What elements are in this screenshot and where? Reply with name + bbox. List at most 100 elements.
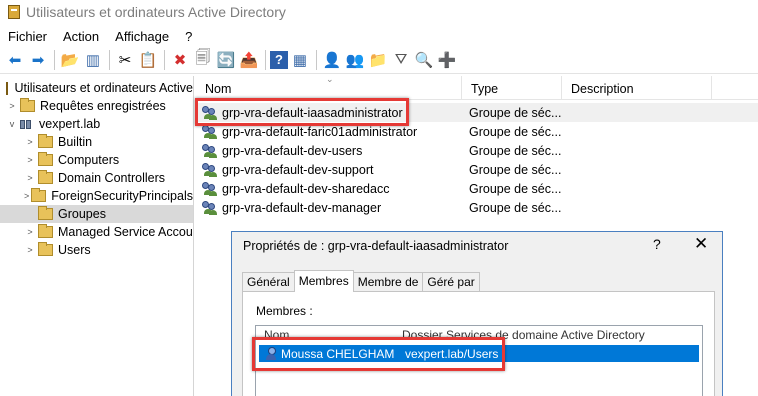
group-name: grp-vra-default-faric01administrator [222,124,418,139]
folder-icon [38,170,53,184]
tree-item-computers[interactable]: > Computers [0,151,193,169]
find-icon[interactable]: 🔍 [413,49,435,71]
column-header-description[interactable]: Description [562,76,712,100]
tree-label: Users [58,243,91,257]
menu-help[interactable]: ? [183,28,194,45]
toolbar-separator [109,49,110,70]
ad-console-icon [6,81,17,95]
menu-affichage[interactable]: Affichage [113,28,171,45]
tree-label: Groupes [58,207,106,221]
dialog-tabs: Général Membres Membre de Géré par [242,270,480,292]
chevron-right-icon[interactable]: > [24,191,29,201]
close-icon[interactable]: ✕ [694,234,708,254]
folder-icon [38,242,53,256]
copy-icon[interactable]: 📋 [137,49,159,71]
help-button[interactable]: ? [653,236,661,252]
group-type: Groupe de séc... [469,124,562,139]
tab-membre-de[interactable]: Membre de [352,272,424,292]
show-hide-tree-icon[interactable]: ▥ [82,49,104,71]
tree-item-domain-controllers[interactable]: > Domain Controllers [0,169,193,187]
cut-icon[interactable]: ✂ [114,49,136,71]
tree-item-managed-service-accounts[interactable]: > Managed Service Accou [0,223,193,241]
delete-icon[interactable]: ✖ [169,49,191,71]
filter-icon[interactable]: ⛛ [390,49,412,71]
chevron-right-icon[interactable]: > [24,245,36,255]
tree-item-groupes[interactable]: Groupes [0,205,193,223]
group-icon [202,162,218,177]
properties-icon[interactable]: 🗐 [192,49,214,71]
refresh-icon[interactable]: 🔄 [215,49,237,71]
toolbar-separator [316,49,317,70]
group-name: grp-vra-default-dev-support [222,162,374,177]
back-arrow-icon[interactable]: ⬅ [4,49,26,71]
add-to-group-icon[interactable]: ➕ [436,49,458,71]
group-name: grp-vra-default-dev-sharedacc [222,181,390,196]
toolbar-separator [265,49,266,70]
tree-item-builtin[interactable]: > Builtin [0,133,193,151]
tree-label: Builtin [58,135,93,149]
chevron-right-icon[interactable]: > [24,155,36,165]
dialog-title: Propriétés de : grp-vra-default-iaasadmi… [243,239,509,253]
chevron-right-icon[interactable]: > [24,137,36,147]
menu-bar: Fichier Action Affichage ? [0,26,758,46]
tab-general[interactable]: Général [242,272,295,292]
toolbar: ⬅ ➡ 📂 ▥ ✂ 📋 ✖ 🗐 🔄 📤 ? ▦ 👤 👥 📁 ⛛ 🔍 ➕ [0,46,758,74]
up-folder-icon[interactable]: 📂 [59,49,81,71]
tree-pane: Utilisateurs et ordinateurs Active > Req… [0,76,194,396]
group-type: Groupe de séc... [469,105,562,120]
tree-item-foreign-security-principals[interactable]: > ForeignSecurityPrincipals [0,187,193,205]
list-row[interactable]: grp-vra-default-dev-users Groupe de séc.… [196,141,758,160]
group-type: Groupe de séc... [469,181,562,196]
help-icon[interactable]: ? [270,50,288,69]
domain-icon [20,118,34,131]
highlight-box-group [195,98,409,126]
group-icon [202,181,218,196]
tree-item-domain[interactable]: v vexpert.lab [0,115,193,133]
folder-icon [38,134,53,148]
group-type: Groupe de séc... [469,162,562,177]
tree-item-users[interactable]: > Users [0,241,193,259]
tree-label: ForeignSecurityPrincipals [51,189,193,203]
tab-membres[interactable]: Membres [293,270,354,292]
tree-label: Managed Service Accou [58,225,193,239]
new-ou-icon[interactable]: 📁 [367,49,389,71]
sort-caret-icon: ⌄ [326,76,334,84]
list-row[interactable]: grp-vra-default-dev-sharedacc Groupe de … [196,179,758,198]
list-row[interactable]: grp-vra-default-dev-manager Groupe de sé… [196,198,758,217]
toolbar-separator [54,49,55,70]
folder-icon [38,152,53,166]
console-view-icon[interactable]: ▦ [289,49,311,71]
title-bar: Utilisateurs et ordinateurs Active Direc… [0,0,758,24]
export-list-icon[interactable]: 📤 [238,49,260,71]
tree-label: vexpert.lab [39,117,101,131]
chevron-down-icon[interactable]: v [6,119,18,129]
folder-icon [38,224,53,238]
tree-item-saved-queries[interactable]: > Requêtes enregistrées [0,97,193,115]
group-type: Groupe de séc... [469,143,562,158]
list-column-header: ⌄ Nom Type Description [196,76,758,100]
toolbar-separator [164,49,165,70]
ad-console-icon [8,5,20,19]
column-header-type[interactable]: Type [462,76,562,100]
tree-root[interactable]: Utilisateurs et ordinateurs Active [0,79,193,97]
chevron-right-icon[interactable]: > [24,173,36,183]
group-icon [202,124,218,139]
chevron-right-icon[interactable]: > [24,227,36,237]
new-user-icon[interactable]: 👤 [321,49,343,71]
forward-arrow-icon[interactable]: ➡ [27,49,49,71]
folder-icon [38,206,53,220]
folder-icon [20,98,35,112]
group-name: grp-vra-default-dev-users [222,143,363,158]
new-group-icon[interactable]: 👥 [344,49,366,71]
menu-action[interactable]: Action [61,28,101,45]
tree-label: Requêtes enregistrées [40,99,166,113]
group-type: Groupe de séc... [469,200,562,215]
folder-icon [31,188,47,202]
properties-dialog: Propriétés de : grp-vra-default-iaasadmi… [231,231,723,396]
menu-fichier[interactable]: Fichier [6,28,49,45]
chevron-right-icon[interactable]: > [6,101,18,111]
tab-gere-par[interactable]: Géré par [422,272,480,292]
members-label: Membres : [256,304,313,318]
list-row[interactable]: grp-vra-default-dev-support Groupe de sé… [196,160,758,179]
window-title: Utilisateurs et ordinateurs Active Direc… [26,4,286,20]
